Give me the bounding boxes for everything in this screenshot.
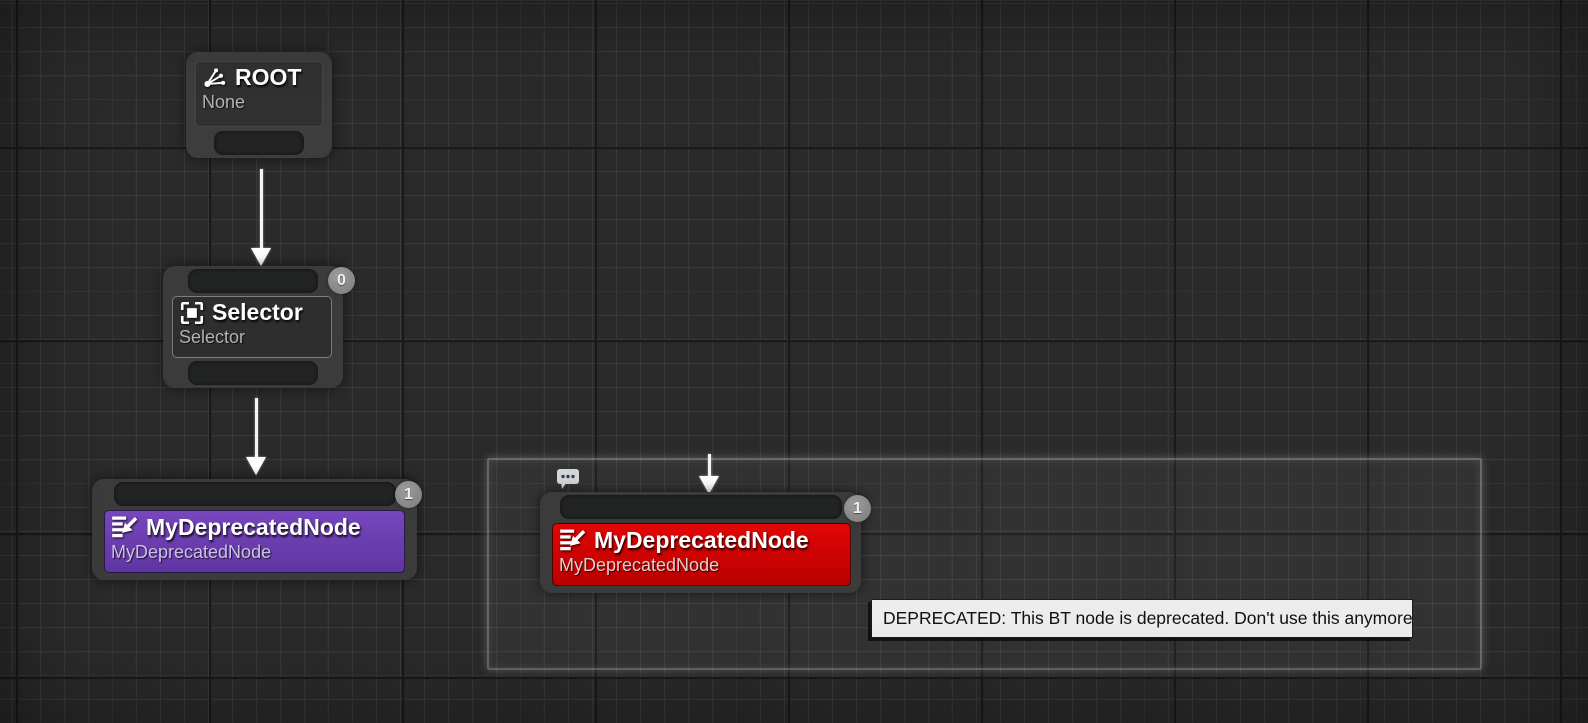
node-title: MyDeprecatedNode: [146, 514, 361, 541]
execution-index-badge: 1: [395, 481, 422, 508]
arrow-down-icon: [246, 457, 266, 475]
node-subtitle: MyDeprecatedNode: [559, 555, 844, 576]
input-pin[interactable]: [560, 495, 842, 519]
node-subtitle: MyDeprecatedNode: [111, 542, 398, 563]
input-pin[interactable]: [188, 269, 318, 293]
node-title: ROOT: [235, 64, 301, 91]
node-body[interactable]: ROOT None: [195, 61, 323, 127]
node-body[interactable]: Selector Selector: [172, 296, 332, 358]
selector-icon: [179, 300, 205, 326]
bt-node-mydeprecatednode-deprecated[interactable]: 1 MyDeprecatedNode MyDeprecatedNode: [540, 492, 861, 593]
bt-node-mydeprecatednode[interactable]: 1 MyDeprecatedNode MyDeprecatedNode: [92, 479, 417, 580]
deprecation-tooltip: DEPRECATED: This BT node is deprecated. …: [871, 599, 1413, 638]
tooltip-text: DEPRECATED: This BT node is deprecated. …: [883, 608, 1413, 628]
node-body[interactable]: MyDeprecatedNode MyDeprecatedNode: [104, 510, 405, 573]
arrow-down-icon: [251, 248, 271, 266]
graph-canvas[interactable]: ROOT None 0 Selector S: [0, 0, 1588, 723]
output-pin[interactable]: [188, 361, 318, 385]
bt-node-root[interactable]: ROOT None: [186, 52, 332, 158]
output-pin[interactable]: [214, 131, 304, 155]
node-title: Selector: [212, 299, 303, 326]
input-pin[interactable]: [114, 482, 396, 506]
tree-graph-icon: [202, 65, 228, 91]
execution-index-badge: 0: [328, 267, 355, 294]
bt-node-selector[interactable]: 0 Selector Selector: [163, 266, 343, 388]
node-subtitle: None: [202, 92, 316, 113]
task-icon: [559, 526, 587, 554]
task-icon: [111, 513, 139, 541]
comment-bubble-icon: [556, 468, 580, 491]
node-body[interactable]: MyDeprecatedNode MyDeprecatedNode: [552, 523, 851, 586]
wire-line: [255, 398, 258, 460]
wire-line: [260, 169, 263, 251]
node-subtitle: Selector: [179, 327, 325, 348]
node-title: MyDeprecatedNode: [594, 527, 809, 554]
execution-index-badge: 1: [844, 495, 871, 522]
